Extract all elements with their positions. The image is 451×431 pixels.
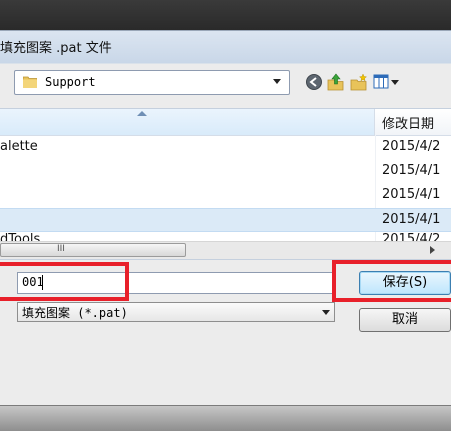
file-row[interactable]: alette 2015/4/2: [0, 136, 451, 160]
filetype-select[interactable]: 填充图案 (*.pat): [17, 302, 335, 322]
file-date: 2015/4/1: [382, 163, 441, 178]
chevron-down-icon[interactable]: [322, 310, 330, 315]
scroll-right-icon[interactable]: [430, 246, 435, 254]
file-date: 2015/4/2: [382, 233, 441, 241]
file-date: 2015/4/2: [382, 139, 441, 154]
new-folder-icon[interactable]: [350, 73, 368, 91]
up-folder-icon[interactable]: [327, 73, 345, 91]
file-row[interactable]: dTools 2015/4/2: [0, 233, 451, 241]
horizontal-scrollbar[interactable]: III: [0, 241, 451, 259]
date-modified-column-header[interactable]: 修改日期: [382, 113, 434, 132]
location-text: Support: [45, 75, 96, 89]
file-list[interactable]: 修改日期 alette 2015/4/2 2015/4/1 2015/4/1 2…: [0, 108, 451, 260]
scrollbar-thumb[interactable]: III: [0, 243, 186, 257]
folder-icon: [23, 76, 37, 88]
cancel-button[interactable]: 取消: [359, 308, 451, 332]
file-date: 2015/4/1: [382, 187, 441, 202]
chevron-down-icon[interactable]: [273, 79, 281, 84]
desktop-top-strip: [0, 0, 451, 30]
save-highlight-box: [332, 260, 451, 302]
location-combo[interactable]: Support: [14, 70, 290, 95]
dialog-title: 填充图案 .pat 文件: [0, 41, 112, 56]
file-row-selected[interactable]: 2015/4/1: [0, 208, 451, 232]
filename-highlight-box: [0, 262, 129, 301]
back-icon[interactable]: [305, 73, 323, 91]
column-header-row: 修改日期: [0, 109, 451, 136]
bottom-bar: [0, 405, 451, 431]
sort-ascending-icon: [137, 111, 147, 116]
file-name: alette: [0, 139, 38, 154]
filetype-value: 填充图案 (*.pat): [22, 306, 128, 320]
file-name: dTools: [0, 233, 41, 241]
scrollbar-grip: III: [57, 244, 65, 254]
name-column-header[interactable]: [0, 109, 375, 135]
file-row[interactable]: 2015/4/1: [0, 184, 451, 208]
file-row[interactable]: 2015/4/1: [0, 160, 451, 184]
file-date: 2015/4/1: [382, 212, 441, 227]
view-menu-icon[interactable]: [373, 73, 403, 91]
